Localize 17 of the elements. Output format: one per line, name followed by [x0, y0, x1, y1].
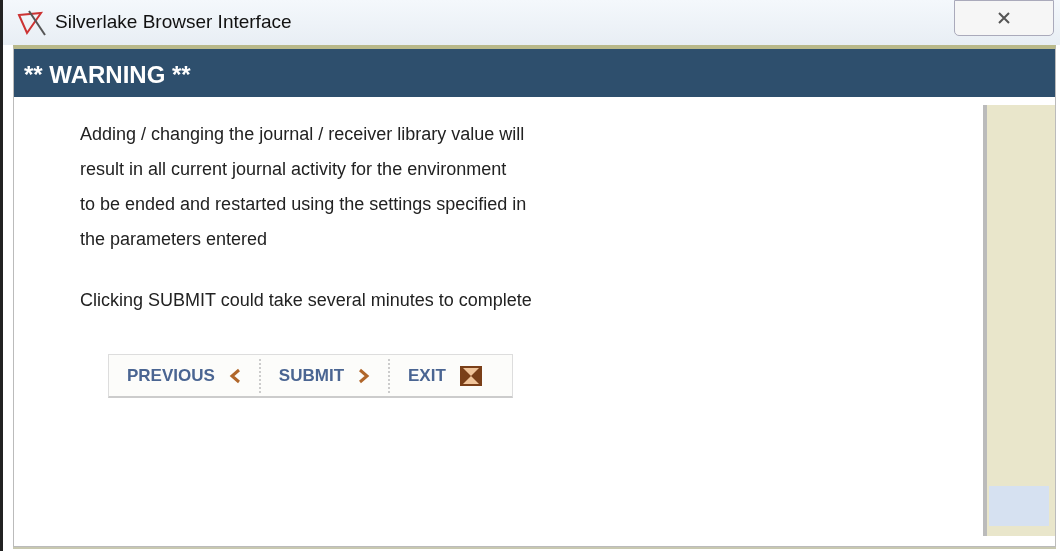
window-title: Silverlake Browser Interface [55, 10, 292, 35]
nav-button[interactable]: EXIT [388, 358, 500, 393]
chevron-right-icon [358, 367, 371, 384]
message-line: the parameters entered [80, 228, 269, 251]
message-line: to be ended and restarted using the settings specified in [80, 193, 528, 216]
warning-header: ** WARNING ** [14, 49, 1055, 97]
app-logo-icon [17, 8, 47, 37]
message-line: Clicking SUBMIT could take several minutes to complete [80, 289, 533, 312]
close-button[interactable] [954, 0, 1054, 36]
message-line: Adding / changing the journal / receiver library value will [80, 123, 526, 146]
nav-button[interactable]: SUBMIT [258, 358, 389, 393]
message-line: result in all current journal activity for the environment [80, 158, 508, 181]
exit-icon [459, 365, 482, 386]
close-icon [997, 10, 1011, 25]
scroll-thumb[interactable] [989, 486, 1049, 526]
nav-button[interactable]: PREVIOUS [109, 358, 259, 393]
chevron-left-icon [228, 367, 241, 384]
